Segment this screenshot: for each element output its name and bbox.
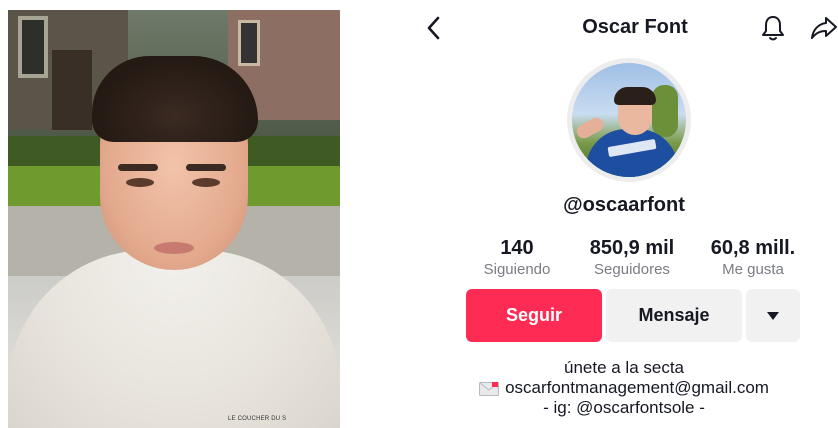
building-door (52, 50, 92, 130)
bio-line-1: únete a la secta (563, 358, 685, 377)
stat-value: 850,9 mil (589, 237, 675, 259)
bio-line-3: - ig: @oscarfontsole - (543, 398, 705, 417)
hair (92, 56, 258, 142)
username: @oscaarfont (410, 194, 838, 217)
stats-row: 140 Siguiendo 850,9 mil Seguidores 60,8 … (472, 236, 796, 282)
profile-photo: LE COUCHER DU S (8, 10, 340, 428)
building-window (238, 20, 260, 66)
stat-value: 140 (500, 237, 534, 259)
stat-likes[interactable]: 60,8 mill. Me gusta (698, 236, 808, 280)
share-arrow-icon[interactable] (810, 14, 838, 42)
building-window (18, 16, 48, 78)
eyebrow-right (186, 164, 226, 171)
back-chevron-icon[interactable] (424, 14, 444, 42)
stat-following[interactable]: 140 Siguiendo (472, 236, 562, 280)
username-text: @oscaarfont (563, 194, 685, 216)
stat-label: Seguidores (594, 261, 670, 278)
eye-left (126, 178, 154, 187)
message-button[interactable]: Mensaje (606, 289, 742, 342)
bio-email[interactable]: oscarfontmanagement@gmail.com (505, 378, 769, 397)
envelope-icon (479, 381, 500, 396)
sweater-label: LE COUCHER DU S (228, 416, 287, 422)
eyebrow-left (118, 164, 158, 171)
bio-line-email: oscarfontmanagement@gmail.com (410, 378, 838, 398)
eye-right (192, 178, 220, 187)
avatar-hair (614, 87, 656, 105)
page-title: Oscar Font (582, 16, 688, 38)
avatar-image (572, 63, 686, 177)
stat-value: 60,8 mill. (710, 237, 796, 259)
stat-label: Me gusta (722, 261, 784, 278)
triangle-down-icon (767, 311, 779, 320)
stat-label: Siguiendo (483, 261, 551, 278)
sweater (8, 250, 340, 428)
profile-panel: Oscar Font @oscaarfont 140 Siguiendo 850… (410, 0, 838, 428)
more-options-button[interactable] (746, 289, 800, 342)
lips (154, 242, 194, 254)
bell-icon[interactable] (760, 14, 786, 42)
avatar[interactable] (567, 58, 691, 182)
follow-button[interactable]: Seguir (466, 289, 602, 342)
bio: únete a la secta oscarfontmanagement@gma… (410, 358, 838, 418)
stat-followers[interactable]: 850,9 mil Seguidores (572, 236, 692, 280)
avatar-tree (652, 85, 678, 137)
